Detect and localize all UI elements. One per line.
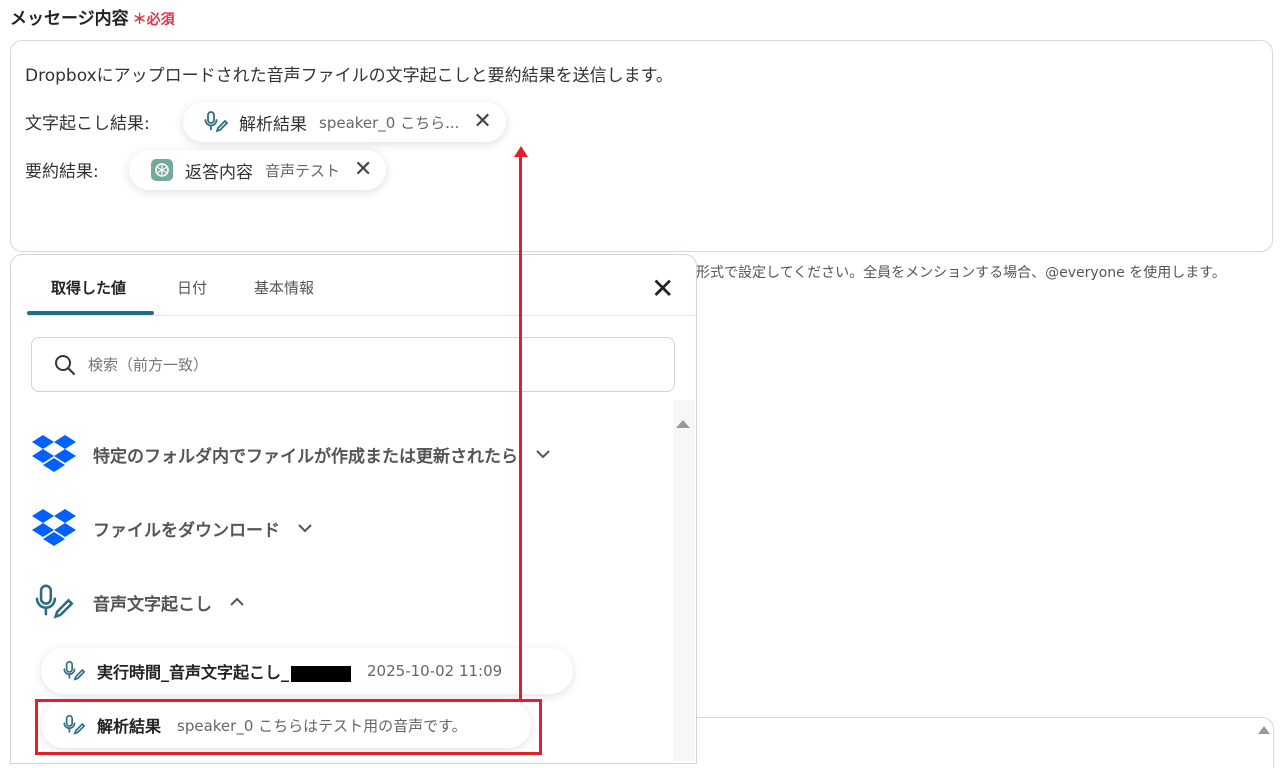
scroll-up-arrow-icon[interactable] [1258,726,1270,734]
chevron-down-icon[interactable] [536,447,550,461]
picker-tabs: 取得した値 日付 基本情報 [27,255,696,316]
active-tab-indicator [27,311,154,315]
group-label: 特定のフォルダ内でファイルが作成または更新されたら [93,446,518,467]
chip-name: 解析結果 [239,114,307,135]
dropbox-icon [31,431,77,477]
search-box[interactable] [31,337,675,392]
group-label: 音声文字起こし [93,594,212,615]
next-field-box[interactable] [697,717,1274,768]
group-transcription[interactable]: 音声文字起こし [31,579,244,625]
message-field-label: メッセージ内容 ＊必須 [10,4,175,29]
chevron-up-icon[interactable] [230,595,244,609]
mention-hint: 形式で設定してください。全員をメンションする場合、@everyone を使用しま… [696,265,1226,281]
group-folder-trigger[interactable]: 特定のフォルダ内でファイルが作成または更新されたら [31,431,550,477]
item-value: 2025-10-02 11:09 [367,662,503,680]
chatgpt-icon [149,157,175,183]
required-mark: ＊ [132,12,147,28]
chip-value: 音声テスト [265,161,341,180]
group-label: ファイルをダウンロード [93,520,280,541]
scroll-up-arrow-icon[interactable] [676,420,690,428]
chip-name: 返答内容 [185,162,253,183]
remove-chip-icon[interactable]: ✕ [473,111,491,133]
tab-acquired-values[interactable]: 取得した値 [51,277,126,298]
search-icon [55,354,75,375]
required-indicator: ＊必須 [133,12,175,28]
required-text: 必須 [146,12,175,28]
chevron-down-icon[interactable] [298,521,312,535]
value-item-execution-time[interactable]: 実行時間_音声文字起こし_ 2025-10-02 11:09 [41,648,573,694]
highlight-box [35,699,542,755]
mic-pen-icon [31,579,77,625]
dropbox-icon [31,505,77,551]
chip-value: speaker_0 こちら... [319,113,460,132]
mic-pen-icon [61,658,87,684]
panel-scrollbar[interactable] [673,400,695,761]
message-label-text: メッセージ内容 [10,9,129,29]
variable-chip-summary[interactable]: 返答内容 音声テスト ✕ [129,150,387,190]
mic-pen-icon [203,109,229,135]
item-name-text: 実行時間_音声文字起こし_ [97,663,290,682]
highlight-arrow-line [519,152,522,699]
remove-chip-icon[interactable]: ✕ [354,159,372,181]
arrow-up-icon [514,146,528,157]
value-picker-panel: 取得した値 日付 基本情報 ✕ 特定のフォルダ内でファイルが作成または更新された… [10,254,697,764]
message-editor[interactable]: Dropboxにアップロードされた音声ファイルの文字起こしと要約結果を送信します… [10,40,1273,252]
editor-line-2-label: 文字起こし結果: [25,114,150,134]
group-download-file[interactable]: ファイルをダウンロード [31,505,312,551]
close-icon[interactable]: ✕ [651,275,674,303]
item-name: 実行時間_音声文字起こし_ [97,659,352,683]
tab-basic-info[interactable]: 基本情報 [254,277,314,298]
search-input[interactable] [86,354,610,375]
redacted-block [291,665,352,682]
tab-date[interactable]: 日付 [177,277,207,298]
variable-chip-transcript[interactable]: 解析結果 speaker_0 こちら... ✕ [183,102,506,142]
editor-line-3-label: 要約結果: [25,162,99,182]
editor-line-1: Dropboxにアップロードされた音声ファイルの文字起こしと要約結果を送信します… [25,66,673,86]
